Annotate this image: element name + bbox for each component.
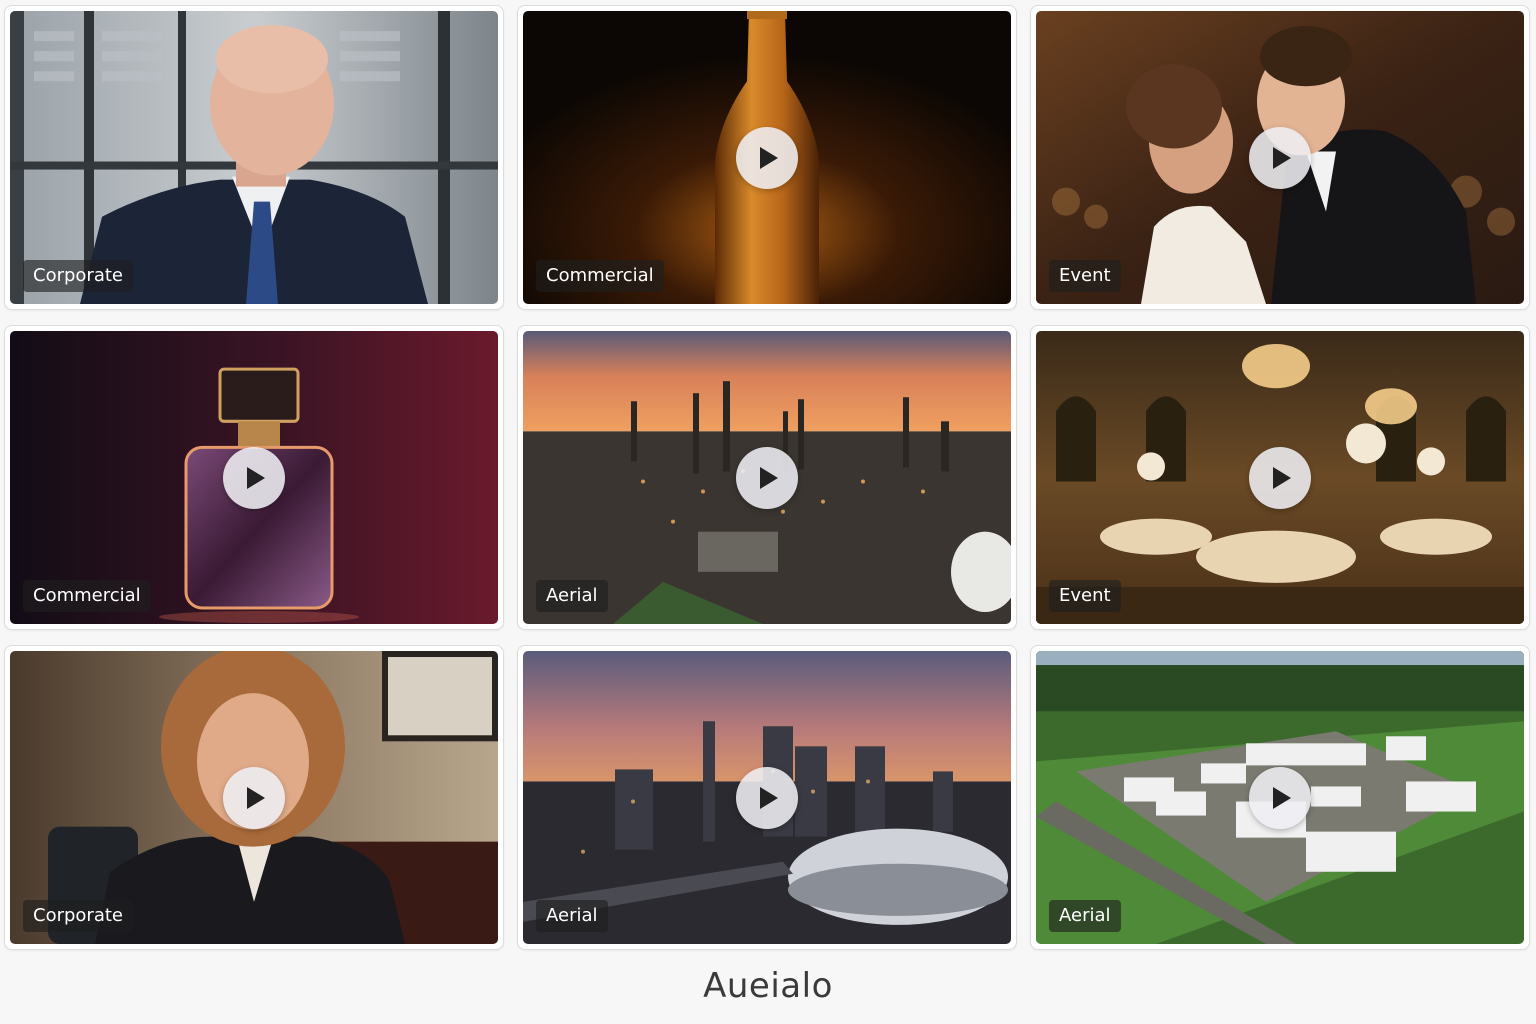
category-tag: Aerial (536, 900, 608, 932)
video-thumbnail[interactable]: Corporate (10, 651, 498, 944)
category-tag: Aerial (1049, 900, 1121, 932)
video-thumbnail[interactable]: Commercial (10, 331, 498, 624)
category-tag: Aerial (536, 580, 608, 612)
play-button[interactable] (1249, 446, 1311, 509)
play-icon (760, 466, 778, 489)
play-button[interactable] (1249, 126, 1311, 189)
category-tag: Event (1049, 260, 1121, 292)
video-thumbnail[interactable]: Commercial (523, 11, 1011, 304)
category-tag: Commercial (536, 260, 664, 292)
video-thumbnail[interactable]: Aerial (523, 651, 1011, 944)
video-card-corporate-woman[interactable]: Corporate (4, 645, 504, 950)
category-tag: Corporate (23, 260, 133, 292)
category-tag: Commercial (23, 580, 151, 612)
play-icon (760, 146, 778, 169)
portfolio-page: Corporate Commercial Event Commercial Ae… (0, 0, 1536, 1024)
video-card-corporate-executive[interactable]: Corporate (4, 5, 504, 310)
play-button[interactable] (736, 126, 798, 189)
video-card-commercial-beer[interactable]: Commercial (517, 5, 1017, 310)
play-icon (760, 786, 778, 809)
play-icon (247, 466, 265, 489)
category-tag: Event (1049, 580, 1121, 612)
play-button[interactable] (736, 446, 798, 509)
play-icon (1273, 786, 1291, 809)
play-icon (1273, 466, 1291, 489)
play-button[interactable] (1249, 766, 1311, 829)
video-card-aerial-city[interactable]: Aerial (517, 645, 1017, 950)
video-thumbnail[interactable]: Aerial (1036, 651, 1524, 944)
footer-title: Aueialo (703, 966, 833, 1006)
video-card-commercial-perfume[interactable]: Commercial (4, 325, 504, 630)
video-thumbnail[interactable]: Event (1036, 11, 1524, 304)
play-button[interactable] (223, 766, 285, 829)
video-card-event-ballroom[interactable]: Event (1030, 325, 1530, 630)
video-card-event-wedding[interactable]: Event (1030, 5, 1530, 310)
play-icon (1273, 146, 1291, 169)
play-button[interactable] (736, 766, 798, 829)
video-thumbnail[interactable]: Event (1036, 331, 1524, 624)
video-gallery-grid: Corporate Commercial Event Commercial Ae… (4, 5, 1530, 950)
video-card-aerial-refinery[interactable]: Aerial (517, 325, 1017, 630)
video-thumbnail[interactable]: Aerial (523, 331, 1011, 624)
video-thumbnail[interactable]: Corporate (10, 11, 498, 304)
category-tag: Corporate (23, 900, 133, 932)
video-card-aerial-campus[interactable]: Aerial (1030, 645, 1530, 950)
play-button[interactable] (223, 446, 285, 509)
play-icon (247, 786, 265, 809)
